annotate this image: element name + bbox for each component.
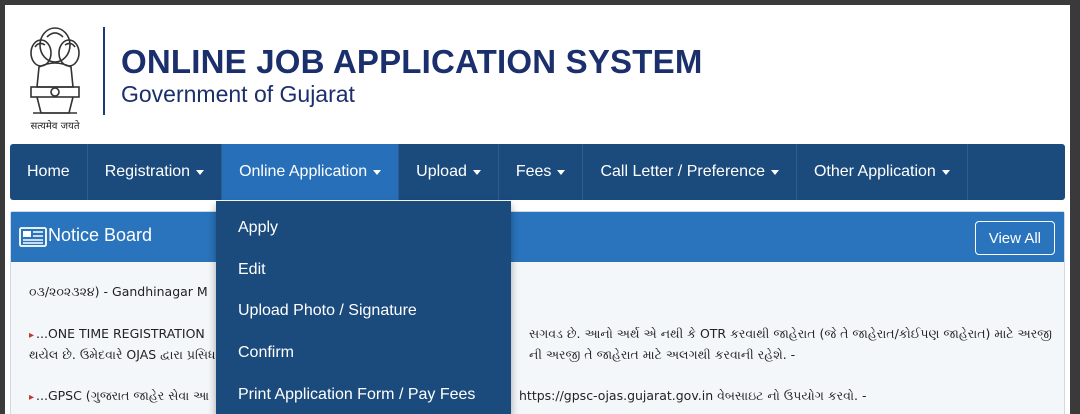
notice-item-continued: https://gpsc-ojas.gujarat.gov.in વેબસાઇટ… bbox=[519, 388, 867, 403]
menu-item-apply[interactable]: Apply bbox=[238, 219, 278, 237]
page: सत्यमेव जयते ONLINE JOB APPLICATION SYST… bbox=[5, 5, 1070, 414]
main-navbar: Home Registration Online Application Upl… bbox=[10, 144, 1065, 200]
nav-registration-label: Registration bbox=[104, 163, 191, 180]
notice-board-title: Notice Board bbox=[48, 225, 153, 245]
nav-online-application[interactable]: Online Application bbox=[222, 144, 400, 200]
nav-upload[interactable]: Upload bbox=[399, 144, 499, 200]
notice-item[interactable]: ૦૩/૨૦૨૩૨૪) - Gandhinagar M bbox=[29, 284, 208, 300]
nav-registration[interactable]: Registration bbox=[88, 144, 223, 200]
caret-down-icon bbox=[770, 169, 779, 175]
nav-other-application-label: Other Application bbox=[813, 163, 936, 180]
menu-item-print-application[interactable]: Print Application Form / Pay Fees bbox=[238, 386, 475, 404]
caret-down-icon bbox=[472, 169, 481, 175]
notice-item[interactable]: ▸ ...GPSC (ગુજરાત જાહેર સેવા આ bbox=[29, 388, 209, 404]
nav-home[interactable]: Home bbox=[10, 144, 88, 200]
notice-item: થયેલ છે. ઉમેદવારે OJAS દ્વારા પ્રસિધ bbox=[29, 347, 216, 362]
notice-list: ૦૩/૨૦૨૩૨૪) - Gandhinagar M ▸ ...ONE TIME … bbox=[11, 262, 1064, 414]
menu-item-edit[interactable]: Edit bbox=[238, 261, 266, 279]
header-divider bbox=[103, 27, 105, 115]
notice-item-continued: સગવડ છે. આનો અર્થ એ નથી કે OTR કરવાથી જા… bbox=[529, 326, 1052, 341]
site-title: ONLINE JOB APPLICATION SYSTEM bbox=[121, 43, 703, 80]
notice-board: Notice Board View All ૦૩/૨૦૨૩૨૪) - Gandh… bbox=[10, 211, 1065, 414]
nav-home-label: Home bbox=[27, 163, 70, 180]
site-header: सत्यमेव जयते ONLINE JOB APPLICATION SYST… bbox=[5, 5, 1070, 145]
caret-down-icon bbox=[196, 169, 205, 175]
emblem-caption: सत्यमेव जयते bbox=[30, 121, 80, 132]
menu-item-confirm[interactable]: Confirm bbox=[238, 344, 294, 362]
caret-down-icon bbox=[373, 169, 382, 175]
newspaper-icon bbox=[19, 227, 47, 247]
caret-down-icon bbox=[557, 169, 566, 175]
nav-other-application[interactable]: Other Application bbox=[797, 144, 968, 200]
notice-item[interactable]: ▸ ...ONE TIME REGISTRATION bbox=[29, 326, 205, 341]
site-subtitle: Government of Gujarat bbox=[121, 81, 355, 107]
nav-online-application-label: Online Application bbox=[239, 163, 368, 180]
nav-call-letter[interactable]: Call Letter / Preference bbox=[583, 144, 797, 200]
view-all-button[interactable]: View All bbox=[974, 221, 1055, 255]
online-application-dropdown: Apply Edit Upload Photo / Signature Conf… bbox=[216, 201, 511, 414]
nav-upload-label: Upload bbox=[416, 163, 467, 180]
notice-board-header: Notice Board View All bbox=[11, 212, 1064, 262]
nav-fees-label: Fees bbox=[515, 163, 552, 180]
caret-down-icon bbox=[941, 169, 950, 175]
menu-item-upload-photo-signature[interactable]: Upload Photo / Signature bbox=[238, 302, 417, 320]
bullet-icon: ▸ bbox=[29, 330, 35, 341]
nav-call-letter-label: Call Letter / Preference bbox=[600, 163, 765, 180]
nav-fees[interactable]: Fees bbox=[499, 144, 584, 200]
bullet-icon: ▸ bbox=[29, 392, 35, 403]
notice-item-continued: ની અરજી તે જાહેરાત માટે અલગથી કરવાની રહે… bbox=[529, 347, 796, 362]
